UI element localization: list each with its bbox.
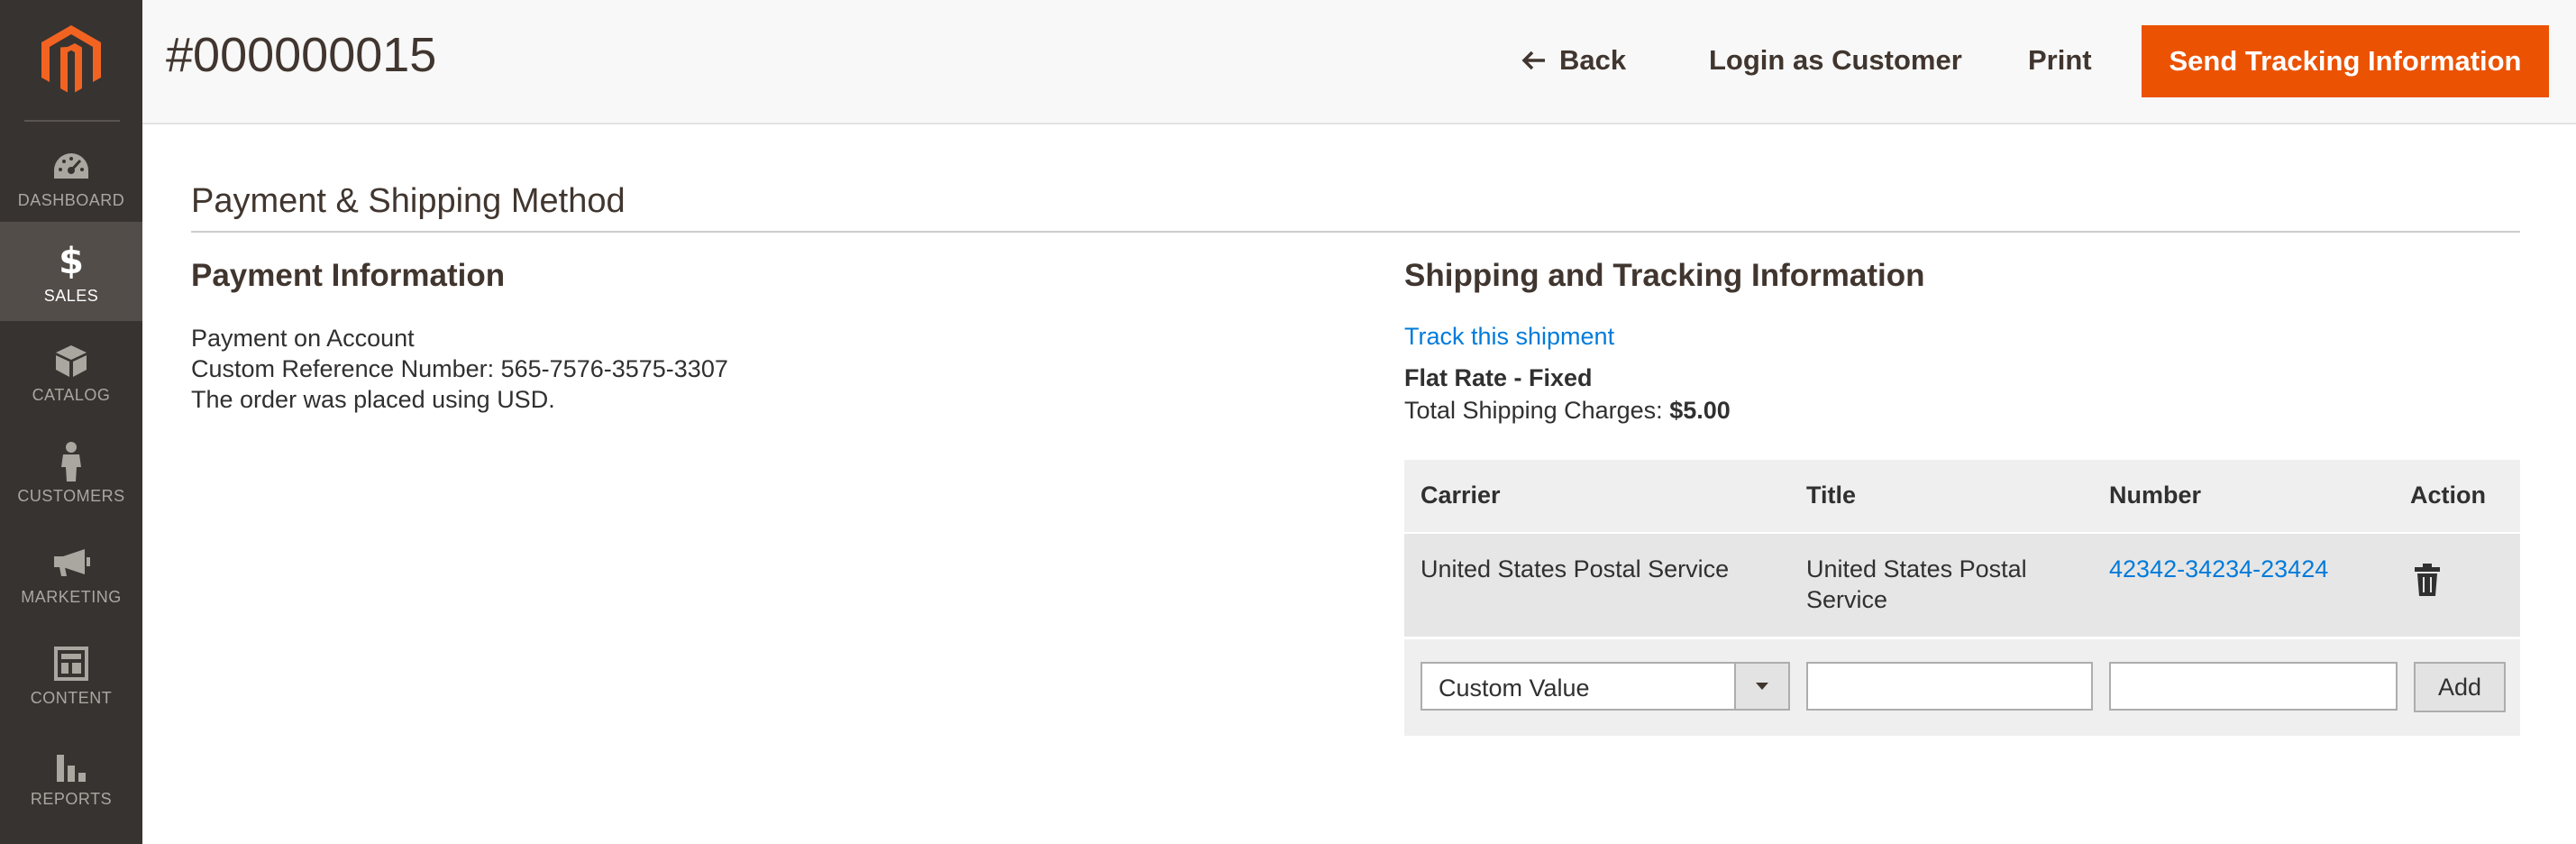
tracking-table: Carrier Title Number Action United State… (1404, 460, 2520, 736)
nav-sales[interactable]: $ SALES (0, 222, 142, 321)
box-icon (56, 345, 87, 377)
nav-reports[interactable]: REPORTS (0, 725, 142, 824)
megaphone-icon (54, 549, 90, 576)
nav-customers[interactable]: CUSTOMERS (0, 422, 142, 521)
trash-icon (2415, 564, 2440, 596)
row-carrier: United States Postal Service (1420, 555, 1730, 583)
shipping-charges: Total Shipping Charges: $5.00 (1404, 397, 1731, 425)
carrier-select-value: Custom Value (1439, 674, 1590, 702)
bar-chart-icon (57, 755, 86, 782)
magento-logo-icon (41, 25, 101, 93)
nav-dashboard[interactable]: DASHBOARD (0, 126, 142, 225)
nav-label: REPORTS (30, 790, 113, 808)
page-header: #000000015 Back Login as Customer Print … (142, 0, 2576, 124)
nav-label: CUSTOMERS (17, 487, 125, 505)
payment-title: Payment Information (191, 258, 506, 293)
nav-marketing[interactable]: MARKETING (0, 523, 142, 622)
add-tracking-button[interactable]: Add (2414, 662, 2506, 712)
print-button[interactable]: Print (2028, 27, 2092, 94)
shipping-charges-label: Total Shipping Charges: (1404, 397, 1670, 424)
carrier-select[interactable]: Custom Value (1420, 662, 1790, 711)
column-header-number: Number (2109, 482, 2202, 509)
chevron-down-icon (1734, 664, 1788, 709)
column-header-action: Action (2410, 482, 2486, 509)
tracking-number-input[interactable] (2109, 662, 2398, 711)
row-tracking-number-link[interactable]: 42342-34234-23424 (2109, 554, 2328, 584)
nav-label: CATALOG (32, 386, 111, 404)
row-title-line2: Service (1806, 586, 1888, 613)
back-label: Back (1559, 44, 1627, 76)
row-title: United States Postal Service (1806, 554, 2027, 615)
nav-label: SALES (43, 287, 99, 305)
page-title: #000000015 (166, 28, 437, 82)
nav-label: CONTENT (30, 689, 113, 707)
login-as-customer-button[interactable]: Login as Customer (1709, 27, 1962, 94)
send-tracking-button[interactable]: Send Tracking Information (2142, 25, 2549, 97)
payment-details: Payment on Account Custom Reference Numb… (191, 323, 728, 415)
track-shipment-link[interactable]: Track this shipment (1404, 323, 1614, 351)
delete-button[interactable] (2414, 563, 2441, 601)
column-header-title: Title (1806, 482, 1857, 509)
row-divider (1404, 637, 2520, 639)
column-header-carrier: Carrier (1420, 482, 1501, 509)
payment-reference: Custom Reference Number: 565-7576-3575-3… (191, 355, 728, 382)
shipping-method: Flat Rate - Fixed (1404, 364, 1593, 391)
layout-icon (54, 647, 88, 681)
payment-currency-note: The order was placed using USD. (191, 386, 555, 413)
nav-label: MARKETING (21, 588, 122, 606)
nav-catalog[interactable]: CATALOG (0, 321, 142, 420)
tracking-title-input[interactable] (1806, 662, 2093, 711)
dollar-icon: $ (59, 241, 84, 282)
logo-divider (24, 120, 120, 122)
nav-content[interactable]: CONTENT (0, 624, 142, 723)
arrow-left-icon (1521, 50, 1545, 70)
admin-sidebar: DASHBOARD $ SALES CATALOG CUSTOMERS MARK… (0, 0, 142, 844)
section-divider (191, 231, 2520, 233)
section-title: Payment & Shipping Method (191, 182, 626, 220)
person-icon (61, 442, 81, 482)
dashboard-icon (54, 153, 88, 179)
shipping-charges-value: $5.00 (1669, 397, 1731, 424)
row-title-line1: United States Postal (1806, 555, 2027, 583)
payment-method: Payment on Account (191, 325, 415, 352)
nav-label: DASHBOARD (17, 191, 125, 209)
logo[interactable] (0, 0, 142, 122)
back-button[interactable]: Back (1521, 27, 1626, 94)
shipping-title: Shipping and Tracking Information (1404, 258, 1925, 293)
